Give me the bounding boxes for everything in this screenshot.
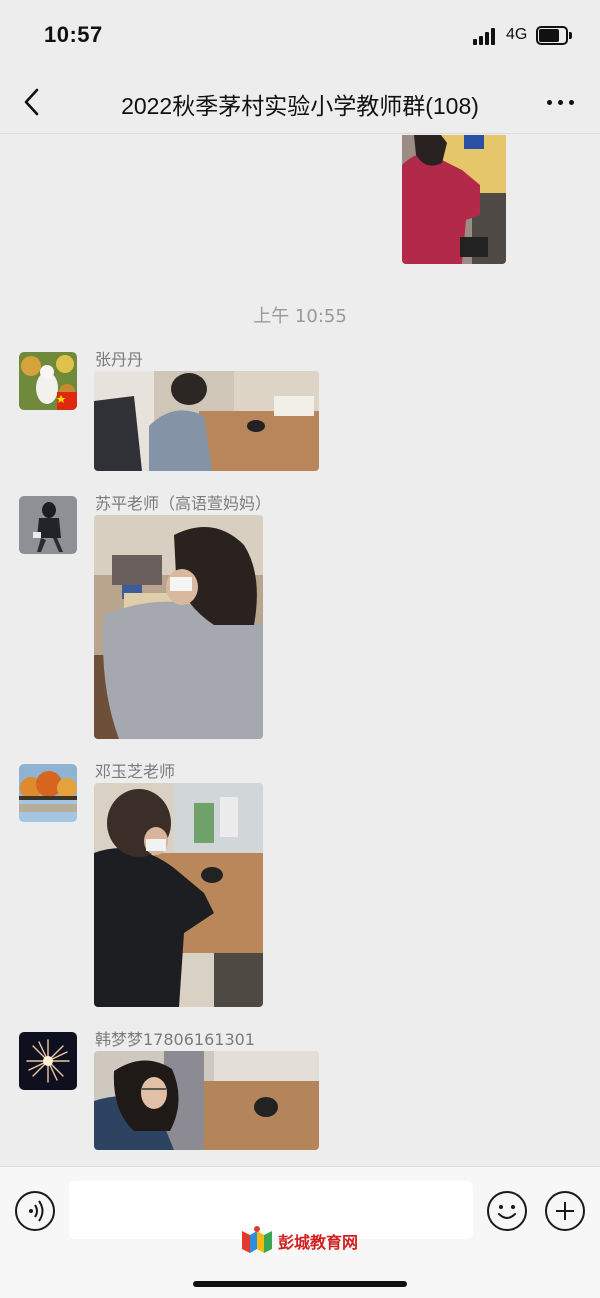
watermark-text: 彭城教育网 [278, 1233, 359, 1252]
plus-button[interactable] [545, 1191, 585, 1231]
image-message[interactable] [94, 371, 319, 471]
avatar-han-mengmeng[interactable] [19, 1032, 77, 1090]
home-indicator [193, 1281, 407, 1287]
sender-name: 张丹丹 [95, 350, 144, 369]
status-bar: 10:57 4G [0, 0, 600, 70]
network-type: 4G [506, 26, 528, 43]
battery-icon [536, 26, 572, 45]
more-button[interactable] [540, 90, 580, 114]
back-button[interactable] [18, 86, 48, 118]
avatar-su-ping[interactable] [19, 496, 77, 554]
sender-name: 邓玉芝老师 [95, 762, 176, 781]
sender-name: 苏平老师（高语萱妈妈） [95, 494, 272, 513]
chat-area[interactable]: 上午 10:55 张丹丹 苏平老师（高语萱妈妈） 邓玉芝老师 韩梦梦178061… [0, 135, 600, 1165]
chevron-left-icon [24, 88, 39, 116]
time-divider: 上午 10:55 [253, 306, 347, 327]
image-message[interactable] [94, 1051, 319, 1150]
input-bar: 彭城教育网 [0, 1166, 600, 1298]
voice-icon [29, 1200, 44, 1222]
status-time: 10:57 [44, 22, 103, 47]
sender-name: 韩梦梦17806161301 [95, 1030, 255, 1049]
image-message-own[interactable] [402, 135, 506, 264]
voice-button[interactable] [15, 1191, 55, 1231]
chat-title: 2022秋季茅村实验小学教师群(108) [121, 93, 479, 119]
emoji-button[interactable] [487, 1191, 527, 1231]
image-message[interactable] [94, 515, 263, 739]
avatar-deng-yuzhi[interactable] [19, 764, 77, 822]
chat-header: 2022秋季茅村实验小学教师群(108) [0, 70, 600, 134]
book-logo-icon [242, 1226, 272, 1253]
signal-icon [473, 27, 499, 45]
avatar-zhang-dandan[interactable] [19, 352, 77, 410]
emoji-icon [498, 1205, 516, 1219]
image-message[interactable] [94, 783, 263, 1007]
